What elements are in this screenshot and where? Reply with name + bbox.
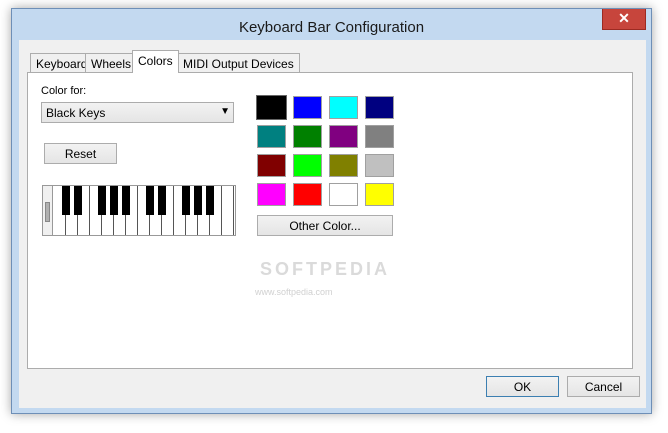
watermark-url: www.softpedia.com (255, 287, 333, 297)
color-swatch[interactable] (365, 125, 394, 148)
color-swatch[interactable] (329, 96, 358, 119)
tab-wheels[interactable]: Wheels (85, 53, 138, 72)
window-title: Keyboard Bar Configuration (238, 19, 425, 36)
cancel-button[interactable]: Cancel (567, 376, 640, 397)
grip-icon (45, 202, 50, 222)
color-swatch[interactable] (293, 96, 322, 119)
color-for-dropdown[interactable]: Black Keys ▼ (41, 102, 234, 123)
color-swatch[interactable] (365, 183, 394, 206)
color-for-selected-value: Black Keys (46, 106, 106, 120)
black-key (74, 186, 82, 215)
color-swatch[interactable] (257, 154, 286, 177)
black-key (62, 186, 70, 215)
dialog-client-area: Keyboard Wheels Colors MIDI Output Devic… (19, 40, 646, 408)
color-swatch[interactable] (257, 96, 286, 119)
close-button[interactable]: ✕ (602, 9, 646, 30)
black-key (182, 186, 190, 215)
black-key (146, 186, 154, 215)
tab-keyboard[interactable]: Keyboard (30, 53, 94, 72)
color-swatch[interactable] (293, 125, 322, 148)
color-for-label: Color for: (41, 85, 87, 97)
color-swatch[interactable] (329, 183, 358, 206)
other-color-button[interactable]: Other Color... (257, 215, 393, 236)
title-bar[interactable]: Keyboard Bar Configuration ✕ (12, 9, 651, 43)
color-swatch[interactable] (257, 183, 286, 206)
white-key (222, 186, 234, 235)
color-swatch[interactable] (365, 96, 394, 119)
black-key (206, 186, 214, 215)
black-key (98, 186, 106, 215)
color-swatch[interactable] (293, 154, 322, 177)
reset-button[interactable]: Reset (44, 143, 117, 164)
color-swatch[interactable] (329, 125, 358, 148)
watermark-text: SOFTPEDIA (260, 259, 391, 279)
colors-tab-panel: Color for: Black Keys ▼ Reset Other Colo… (27, 72, 633, 369)
tab-midi-output-devices[interactable]: MIDI Output Devices (177, 53, 300, 72)
chevron-down-icon: ▼ (220, 106, 230, 117)
ok-button[interactable]: OK (486, 376, 559, 397)
black-key (194, 186, 202, 215)
black-key (110, 186, 118, 215)
color-swatch[interactable] (329, 154, 358, 177)
dialog-window: Keyboard Bar Configuration ✕ Keyboard Wh… (11, 8, 652, 414)
close-icon: ✕ (618, 10, 630, 26)
color-swatch[interactable] (293, 183, 322, 206)
color-swatch[interactable] (257, 125, 286, 148)
keyboard-preview (42, 185, 236, 236)
tab-colors[interactable]: Colors (132, 50, 179, 73)
black-key (122, 186, 130, 215)
keyboard-scroll-handle[interactable] (43, 186, 53, 235)
color-swatch[interactable] (365, 154, 394, 177)
black-key (158, 186, 166, 215)
